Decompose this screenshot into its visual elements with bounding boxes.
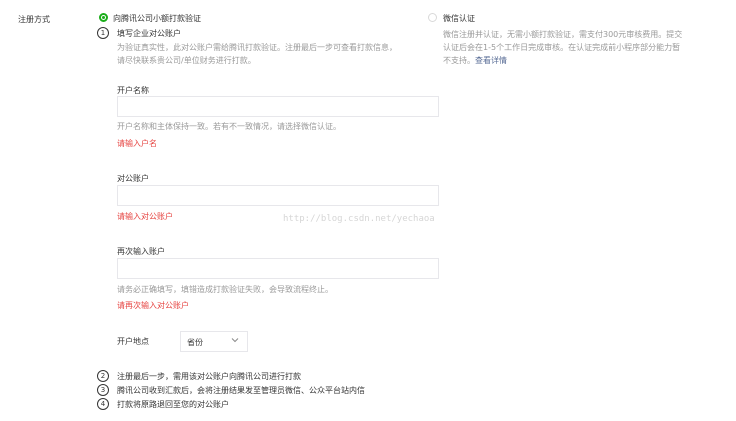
account-name-error: 请输入户名	[117, 139, 157, 148]
account-number-input[interactable]	[117, 185, 439, 206]
province-select[interactable]: 省份	[180, 331, 248, 352]
option-wechat-certification-label: 微信认证	[443, 14, 475, 23]
bank-location-label: 开户地点	[117, 337, 149, 346]
step-1-title: 填写企业对公账户	[117, 29, 181, 38]
step-1-number: 1	[97, 27, 109, 39]
account-number-confirm-error: 请再次输入对公账户	[117, 301, 189, 310]
wechat-desc-line1: 微信注册并认证，无需小额打款验证，需支付300元审核费用。提交	[443, 30, 683, 39]
option-tencent-transfer-label: 向腾讯公司小额打款验证	[113, 14, 201, 23]
step-1-desc-line1: 为验证真实性，此对公账户需给腾讯打款验证。注册最后一步可查看打款信息，	[117, 43, 397, 52]
account-number-label: 对公账户	[117, 174, 149, 183]
step-4-text: 打款将原路退回至您的对公账户	[117, 400, 229, 409]
wechat-desc-line3: 不支持。查看详情	[443, 55, 507, 66]
radio-unselected-icon[interactable]	[428, 13, 437, 22]
chevron-down-icon	[231, 338, 239, 343]
option-tencent-transfer[interactable]: 向腾讯公司小额打款验证	[98, 12, 228, 24]
wechat-desc-line3-text: 不支持。	[443, 56, 475, 65]
blog-watermark: http://blog.csdn.net/yechaoa	[283, 214, 435, 224]
account-number-confirm-label: 再次输入账户	[117, 247, 165, 256]
step-2-text: 注册最后一步，需用该对公账户向腾讯公司进行打款	[117, 372, 301, 381]
account-number-confirm-input[interactable]	[117, 258, 439, 279]
step-3-number: 3	[97, 384, 109, 396]
view-details-link[interactable]: 查看详情	[475, 56, 507, 65]
account-name-label: 开户名称	[117, 86, 149, 95]
province-select-value: 省份	[187, 338, 203, 347]
step-1-desc-line2: 请尽快联系贵公司/单位财务进行打款。	[117, 56, 256, 65]
step-3-text: 腾讯公司收到汇款后，会将注册结果发至管理员微信、公众平台站内信	[117, 386, 365, 395]
step-4-number: 4	[97, 398, 109, 410]
registration-method-label: 注册方式	[18, 15, 50, 24]
step-2-number: 2	[97, 370, 109, 382]
radio-selected-icon[interactable]	[99, 13, 108, 22]
account-name-input[interactable]	[117, 96, 439, 117]
account-number-error: 请输入对公账户	[117, 212, 173, 221]
option-wechat-certification[interactable]: 微信认证	[428, 12, 498, 24]
account-name-hint: 开户名称和主体保持一致。若有不一致情况，请选择微信认证。	[117, 122, 341, 131]
wechat-desc-line2: 认证后会在1-5个工作日完成审核。在认证完成前小程序部分能力暂	[443, 43, 681, 52]
account-number-confirm-hint: 请务必正确填写，填错造成打款验证失败，会导致流程终止。	[117, 285, 333, 294]
